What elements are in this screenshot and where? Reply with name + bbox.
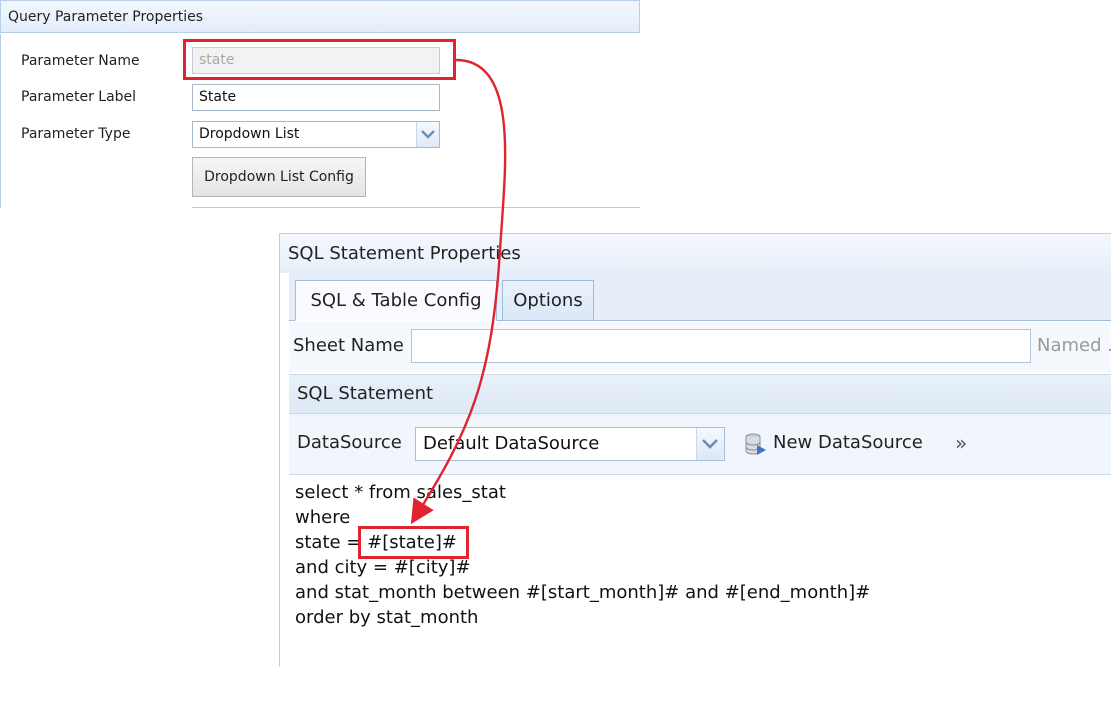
connection-arrow-icon bbox=[410, 58, 507, 525]
